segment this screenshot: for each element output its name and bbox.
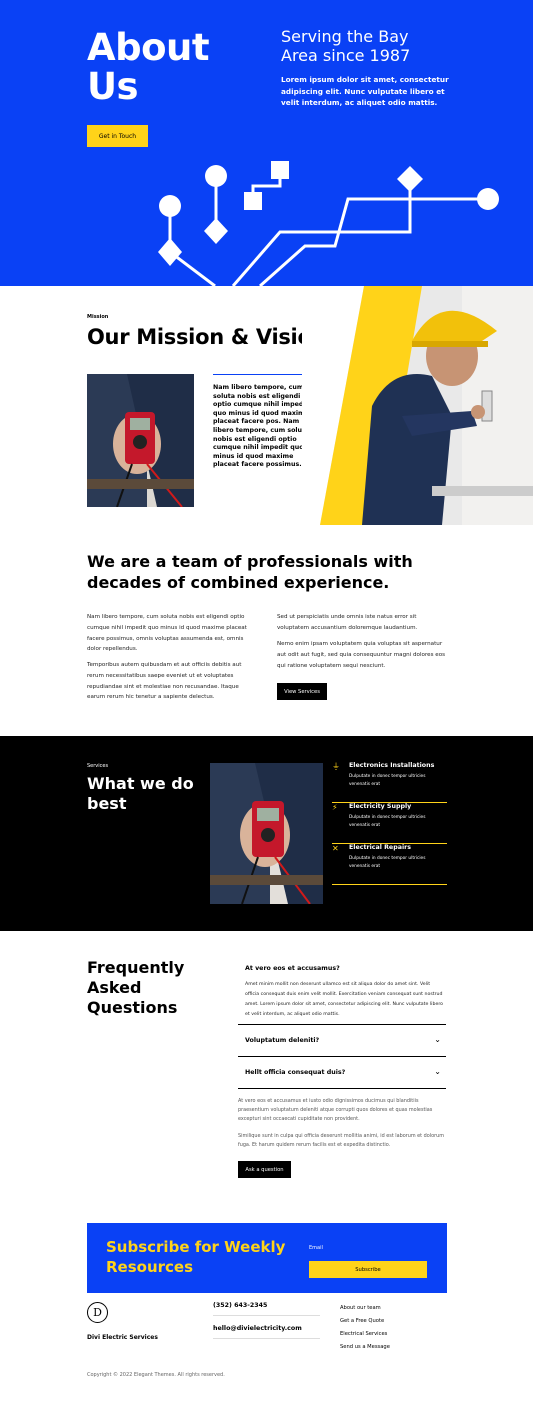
plug-icon: ⏚ xyxy=(332,762,340,771)
service-name: Electronics Installations xyxy=(349,762,435,769)
footer-link[interactable]: Electrical Services xyxy=(340,1331,387,1337)
team-paragraph: Temporibus autem quibusdam et aut offici… xyxy=(87,662,242,701)
tools-icon: ✕ xyxy=(332,844,339,853)
service-name: Electricity Supply xyxy=(349,803,412,810)
page-title-line: About xyxy=(87,26,210,69)
view-services-button[interactable]: View Services xyxy=(277,683,327,700)
mission-title: Our Mission & Vision xyxy=(87,325,327,349)
hero-body-text: Lorem ipsum dolor sit amet, consectetur … xyxy=(281,75,449,107)
services-title-line: best xyxy=(87,794,127,813)
service-item[interactable]: ✕ Electrical Repairs Dulputate in donec … xyxy=(332,844,447,885)
faq-question: Hellt officia consequat duis? xyxy=(245,1069,346,1076)
subscribe-banner: Subscribe for Weekly Resources Email Sub… xyxy=(87,1223,447,1293)
faq-item[interactable]: Hellt officia consequat duis? ⌄ xyxy=(238,1056,446,1089)
services-title: What we do best xyxy=(87,774,194,814)
services-label: Services xyxy=(87,763,109,769)
faq-paragraph: Similique sunt in culpa qui officia dese… xyxy=(238,1133,444,1148)
mission-label: Mission xyxy=(87,314,109,320)
faq-title-line: Asked xyxy=(87,978,142,997)
hero-section: About Us Get in Touch Serving the Bay Ar… xyxy=(0,0,533,286)
service-name: Electrical Repairs xyxy=(349,844,411,851)
hero-subtitle: Serving the Bay Area since 1987 xyxy=(281,27,471,65)
team-paragraph: Sed ut perspiciatis unde omnis iste natu… xyxy=(277,614,418,631)
service-item[interactable]: ⏚ Electronics Installations Dulputate in… xyxy=(332,762,447,803)
logo[interactable]: D xyxy=(87,1302,108,1323)
ask-question-button[interactable]: Ask a question xyxy=(238,1161,291,1178)
get-in-touch-button[interactable]: Get in Touch xyxy=(87,125,148,147)
multimeter-image xyxy=(87,374,194,507)
services-section: Services What we do best ⏚ Electronics I… xyxy=(0,736,533,931)
bolt-icon: ⚡ xyxy=(332,803,338,812)
mission-text: Nam libero tempore, cum soluta nobis est… xyxy=(213,384,310,469)
electrician-photo xyxy=(302,286,533,525)
phone-link[interactable]: (352) 643-2345 xyxy=(213,1302,320,1316)
service-description: Dulputate in donec tempor ultricies vene… xyxy=(349,774,426,787)
footer-link[interactable]: About our team xyxy=(340,1305,381,1311)
brand-name: Divi Electric Services xyxy=(87,1334,158,1341)
email-link[interactable]: hello@divielectricity.com xyxy=(213,1325,320,1339)
faq-question: At vero eos et accusamus? xyxy=(245,965,340,972)
email-label: Email xyxy=(309,1245,323,1251)
page-title-line: Us xyxy=(87,65,139,108)
hero-subtitle-line: Area since 1987 xyxy=(281,46,411,65)
faq-title: Frequently Asked Questions xyxy=(87,958,184,1018)
subscribe-title: Subscribe for Weekly Resources xyxy=(106,1238,286,1276)
subscribe-button[interactable]: Subscribe xyxy=(309,1261,427,1278)
faq-title-line: Questions xyxy=(87,998,178,1017)
footer-link[interactable]: Send us a Message xyxy=(340,1344,390,1350)
team-paragraph: Nam libero tempore, cum soluta nobis est… xyxy=(87,614,247,653)
service-description: Dulputate in donec tempor ultricies vene… xyxy=(349,815,426,828)
footer-link[interactable]: Get a Free Quote xyxy=(340,1318,384,1324)
faq-item[interactable]: Voluptatum deleniti? ⌄ xyxy=(238,1024,446,1056)
team-heading: We are a team of professionals with deca… xyxy=(87,552,413,592)
faq-paragraph: At vero eos et accusamus et iusto odio d… xyxy=(238,1098,433,1122)
page-title: About Us xyxy=(87,26,210,108)
team-paragraph: Nemo enim ipsam voluptatem quia voluptas… xyxy=(277,641,446,669)
faq-answer: Amet minim mollit non deserunt ullamco e… xyxy=(245,982,444,1017)
chevron-down-icon: ⌄ xyxy=(434,1035,441,1044)
services-title-line: What we do xyxy=(87,774,194,793)
service-item[interactable]: ⚡ Electricity Supply Dulputate in donec … xyxy=(332,803,447,844)
copyright: Copyright © 2022 Elegant Themes. All rig… xyxy=(87,1372,225,1378)
faq-question: Voluptatum deleniti? xyxy=(245,1037,320,1044)
hero-subtitle-line: Serving the Bay xyxy=(281,27,409,46)
services-image xyxy=(210,763,323,904)
service-description: Dulputate in donec tempor ultricies vene… xyxy=(349,856,426,869)
faq-title-line: Frequently xyxy=(87,958,185,977)
chevron-down-icon: ⌄ xyxy=(434,1067,441,1076)
